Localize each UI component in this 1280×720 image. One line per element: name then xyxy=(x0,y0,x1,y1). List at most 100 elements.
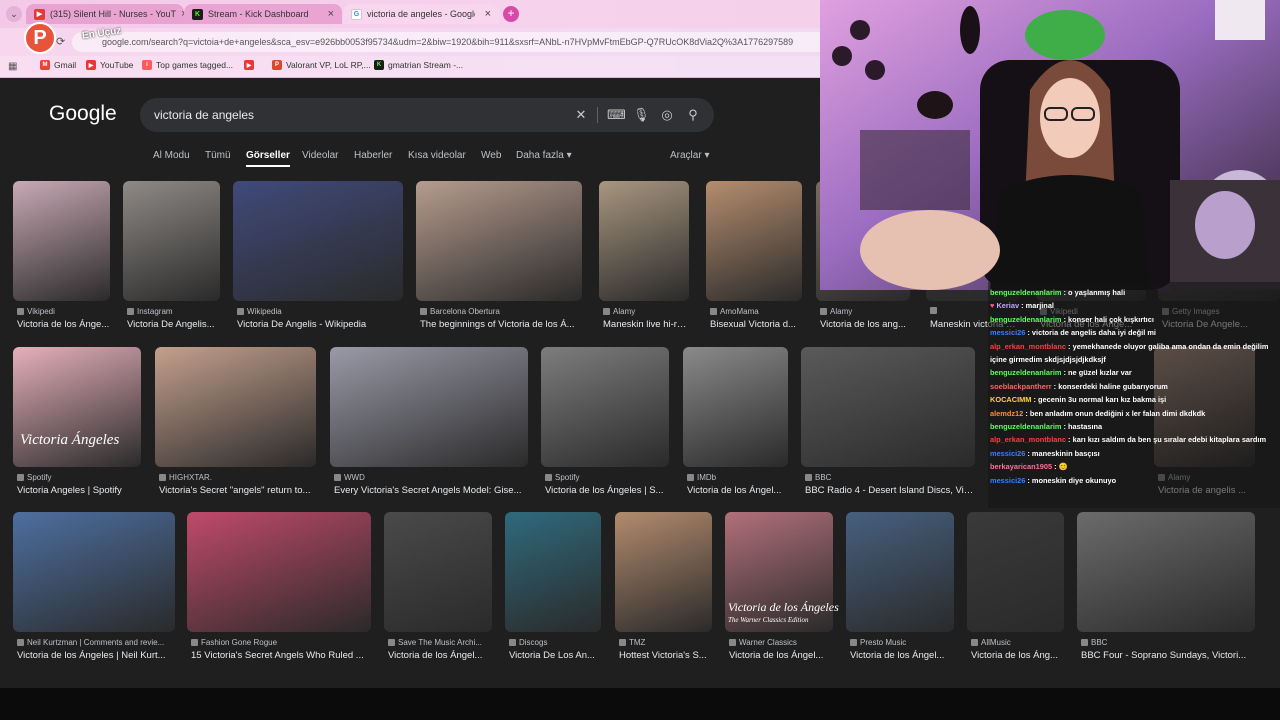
image-result-card[interactable]: Spotify Victoria Angeles | Spotify xyxy=(13,347,141,507)
tab-videos[interactable]: Videolar xyxy=(302,150,339,161)
image-title[interactable]: Victoria de los Ángeles | S... xyxy=(545,485,669,496)
image-source[interactable]: Neil Kurtzman | Comments and revie... xyxy=(17,638,175,647)
image-title[interactable]: Victoria's Secret "angels" return to... xyxy=(159,485,316,496)
search-input[interactable]: victoria de angeles ✕ ⌨ 🎙 ◎ ⚲ xyxy=(140,98,714,132)
chat-username[interactable]: benguzeldenanlarim xyxy=(990,368,1061,377)
thumbnail-image[interactable] xyxy=(706,181,802,301)
image-result-card[interactable]: IMDb Victoria de los Ángel... xyxy=(683,347,788,507)
chat-username[interactable]: benguzeldenanlarim xyxy=(990,288,1061,297)
thumbnail-image[interactable] xyxy=(416,181,582,301)
chat-username[interactable]: benguzeldenanlarim xyxy=(990,422,1061,431)
image-source[interactable]: Presto Music xyxy=(850,638,954,647)
image-result-card[interactable]: Neil Kurtzman | Comments and revie... Vic… xyxy=(13,512,175,672)
image-title[interactable]: Victoria de los Ángeles | Neil Kurt... xyxy=(17,650,175,661)
image-source[interactable]: Barcelona Obertura xyxy=(420,307,582,316)
tab-web[interactable]: Web xyxy=(481,150,501,161)
image-result-card[interactable]: Fashion Gone Rogue 15 Victoria's Secret A… xyxy=(187,512,371,672)
chat-username[interactable]: messici26 xyxy=(990,449,1025,458)
thumbnail-image[interactable] xyxy=(13,512,175,632)
thumbnail-image[interactable] xyxy=(615,512,712,632)
image-result-card[interactable]: AmoMama Bisexual Victoria d... xyxy=(706,181,802,341)
search-icon[interactable]: ⚲ xyxy=(685,107,701,123)
thumbnail-image[interactable] xyxy=(801,347,975,467)
image-result-card[interactable]: BBC BBC Four - Soprano Sundays, Victori..… xyxy=(1077,512,1255,672)
close-icon[interactable]: × xyxy=(328,8,334,20)
image-result-card[interactable]: BBC BBC Radio 4 - Desert Island Discs, Vi… xyxy=(801,347,975,507)
image-title[interactable]: Victoria de los Ángel... xyxy=(850,650,954,661)
image-source[interactable]: AmoMama xyxy=(710,307,802,316)
tab-more[interactable]: Daha fazla ▾ xyxy=(516,150,572,161)
image-result-card[interactable]: WWD Every Victoria's Secret Angels Model:… xyxy=(330,347,528,507)
image-source[interactable]: Instagram xyxy=(127,307,220,316)
image-source[interactable]: Save The Music Archi... xyxy=(388,638,492,647)
tools-button[interactable]: Araçlar ▾ xyxy=(670,150,710,161)
image-result-card[interactable]: Spotify Victoria de los Ángeles | S... xyxy=(541,347,669,507)
image-source[interactable]: HIGHXTAR. xyxy=(159,473,316,482)
image-source[interactable]: BBC xyxy=(805,473,975,482)
thumbnail-image[interactable] xyxy=(384,512,492,632)
image-title[interactable]: Victoria de los Ánge... xyxy=(17,319,110,330)
image-source[interactable]: Vikipedi xyxy=(17,307,110,316)
chat-username[interactable]: Keriav xyxy=(996,301,1019,310)
tab-news[interactable]: Haberler xyxy=(354,150,392,161)
tab-kick[interactable]: K Stream - Kick Dashboard × xyxy=(184,4,342,24)
image-source[interactable]: Spotify xyxy=(17,473,141,482)
image-source[interactable]: AllMusic xyxy=(971,638,1064,647)
thumbnail-image[interactable] xyxy=(1077,512,1255,632)
tab-ai-mode[interactable]: Al Modu xyxy=(153,150,190,161)
image-result-card[interactable]: Alamy Maneskin live hi-re... xyxy=(599,181,689,341)
bookmark-kick[interactable]: Kgmatrian Stream -... xyxy=(374,60,463,70)
microphone-icon[interactable]: 🎙 xyxy=(633,107,650,123)
tab-short-videos[interactable]: Kısa videolar xyxy=(408,150,466,161)
image-result-card[interactable]: Presto Music Victoria de los Ángel... xyxy=(846,512,954,672)
image-result-card[interactable]: Discogs Victoria De Los An... xyxy=(505,512,601,672)
bookmark-valorant[interactable]: P Valorant VP, LoL RP,... xyxy=(272,60,371,70)
image-title[interactable]: BBC Four - Soprano Sundays, Victori... xyxy=(1081,650,1255,661)
image-title[interactable]: Every Victoria's Secret Angels Model: Gi… xyxy=(334,485,528,496)
close-icon[interactable]: × xyxy=(485,8,491,20)
image-source[interactable]: WWD xyxy=(334,473,528,482)
thumbnail-image[interactable] xyxy=(13,347,141,467)
tab-images[interactable]: Görseller xyxy=(246,150,290,167)
bookmark-itch[interactable]: i Top games tagged... xyxy=(142,60,233,70)
image-result-card[interactable]: Save The Music Archi... Victoria de los Á… xyxy=(384,512,492,672)
new-tab-button[interactable]: + xyxy=(503,6,519,22)
chat-username[interactable]: messici26 xyxy=(990,476,1025,485)
image-source[interactable]: TMZ xyxy=(619,638,712,647)
thumbnail-image[interactable] xyxy=(187,512,371,632)
tab-youtube[interactable]: ▶ (315) Silent Hill - Nurses - YouT × xyxy=(26,4,184,24)
chat-username[interactable]: benguzeldenanlarim xyxy=(990,315,1061,324)
reload-icon[interactable]: ⟳ xyxy=(56,35,65,48)
thumbnail-image[interactable] xyxy=(123,181,220,301)
chat-username[interactable]: alp_erkan_montblanc xyxy=(990,342,1066,351)
image-title[interactable]: Hottest Victoria's S... xyxy=(619,650,712,661)
image-source[interactable]: BBC xyxy=(1081,638,1255,647)
image-title[interactable]: Victoria de los Ángel... xyxy=(687,485,788,496)
thumbnail-image[interactable] xyxy=(13,181,110,301)
image-source[interactable]: Alamy xyxy=(820,307,910,316)
image-result-card[interactable]: Wikipedia Victoria De Angelis - Wikipedia xyxy=(233,181,403,341)
url-field[interactable]: google.com/search?q=victoia+de+angeles&s… xyxy=(72,32,832,52)
image-source[interactable]: Wikipedia xyxy=(237,307,403,316)
thumbnail-image[interactable] xyxy=(233,181,403,301)
thumbnail-image[interactable] xyxy=(541,347,669,467)
bookmark-youtube-2[interactable]: ▶ xyxy=(244,60,258,70)
chat-username[interactable]: berkayarican1905 xyxy=(990,462,1052,471)
image-title[interactable]: The beginnings of Victoria de los Á... xyxy=(420,319,582,330)
image-title[interactable]: Victoria De Angelis - Wikipedia xyxy=(237,319,403,330)
image-title[interactable]: Victoria de los Áng... xyxy=(971,650,1064,661)
image-title[interactable]: Victoria De Los An... xyxy=(509,650,601,661)
bookmark-gmail[interactable]: M Gmail xyxy=(40,60,76,70)
apps-icon[interactable]: ▦ xyxy=(8,61,17,72)
chat-username[interactable]: alemdz12 xyxy=(990,409,1023,418)
google-logo[interactable]: Google xyxy=(49,102,117,126)
tab-search-button[interactable]: ⌄ xyxy=(6,6,22,22)
thumbnail-image[interactable] xyxy=(599,181,689,301)
image-title[interactable]: Maneskin live hi-re... xyxy=(603,319,689,330)
image-result-card[interactable]: Warner Classics Victoria de los Ángel... xyxy=(725,512,833,672)
image-title[interactable]: Victoria Angeles | Spotify xyxy=(17,485,141,496)
image-title[interactable]: Victoria de los Ángel... xyxy=(388,650,492,661)
image-result-card[interactable]: Vikipedi Victoria de los Ánge... xyxy=(13,181,110,341)
image-title[interactable]: Victoria de los ang... xyxy=(820,319,910,330)
image-source[interactable]: Spotify xyxy=(545,473,669,482)
